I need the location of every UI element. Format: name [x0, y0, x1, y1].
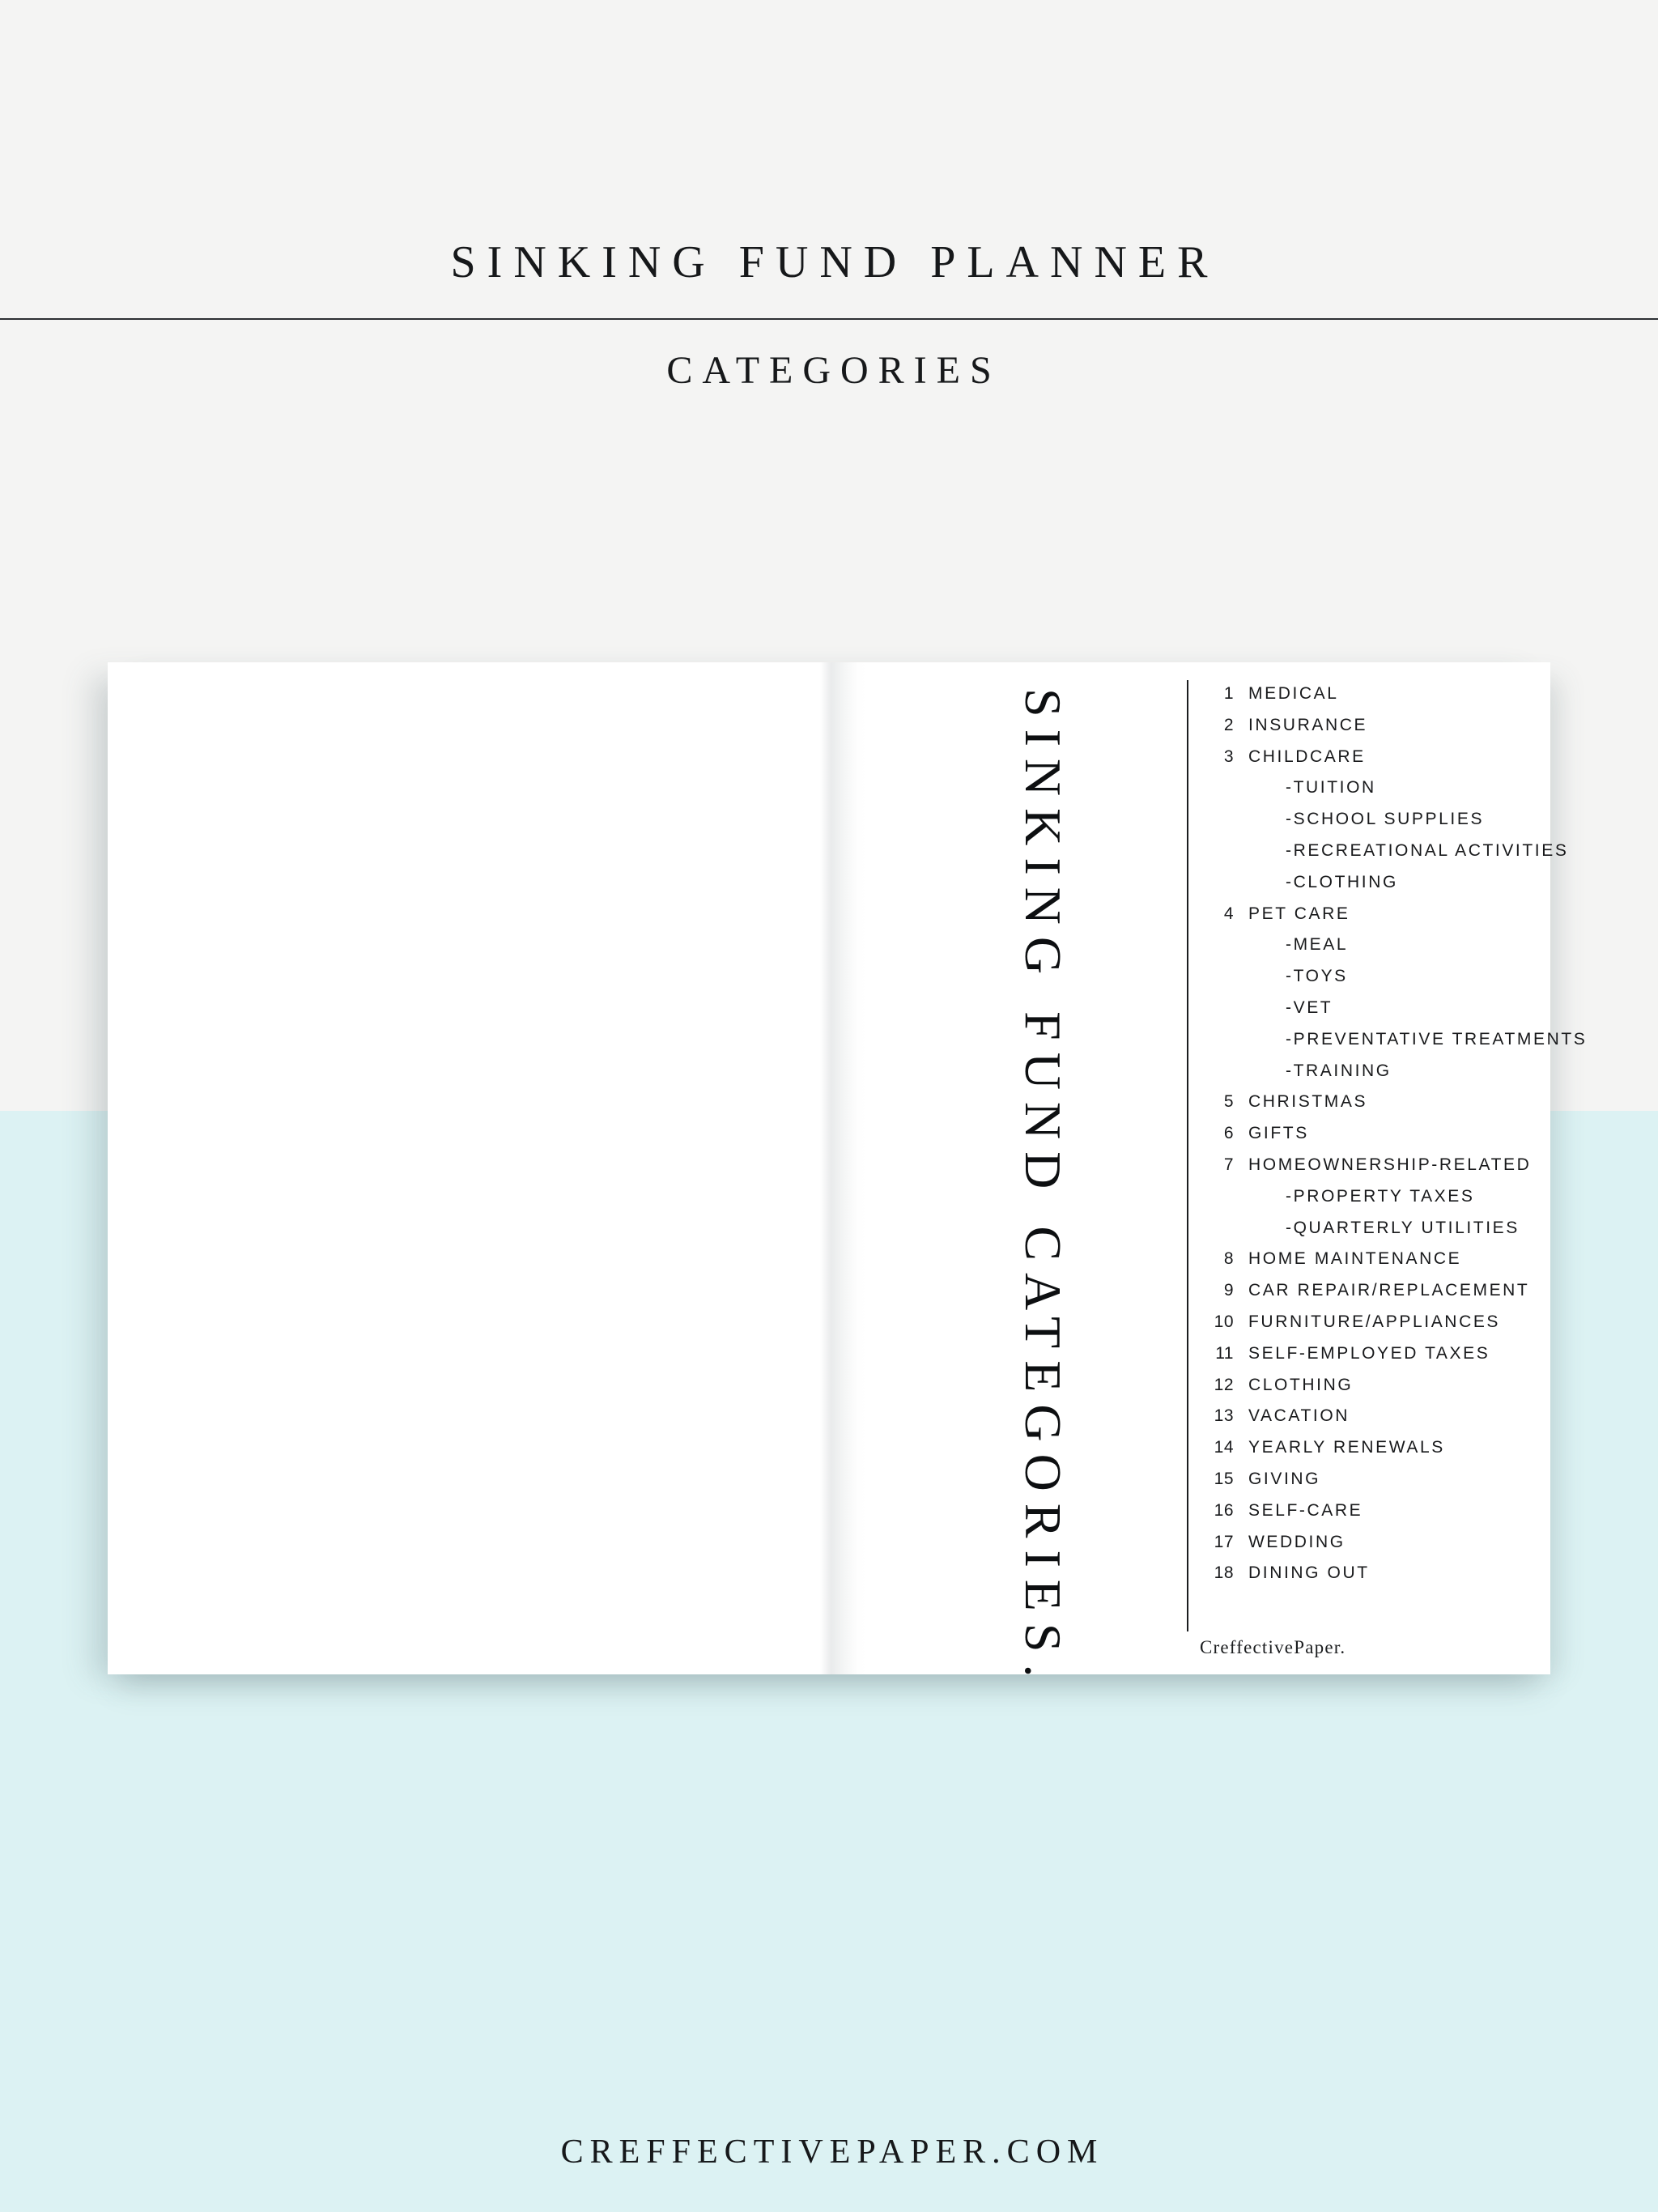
page-gutter: [820, 662, 870, 1674]
category-label: -CLOTHING: [1286, 872, 1398, 891]
category-item: 4 PET CARE: [1200, 905, 1621, 937]
category-item: 5 CHRISTMAS: [1200, 1093, 1621, 1125]
category-label: CLOTHING: [1248, 1375, 1354, 1394]
category-subitem: -VET: [1200, 999, 1621, 1031]
category-item: 1 MEDICAL: [1200, 685, 1621, 717]
category-label: GIVING: [1248, 1469, 1321, 1488]
category-label: DINING OUT: [1248, 1563, 1370, 1583]
category-subitem: -MEAL: [1200, 936, 1621, 968]
category-subitem: -SCHOOL SUPPLIES: [1200, 810, 1621, 842]
vertical-section-title: SINKING FUND CATEGORIES.: [1014, 688, 1072, 1690]
category-number: 2: [1223, 715, 1234, 734]
category-item: 18 DINING OUT: [1200, 1564, 1621, 1596]
page-subtitle: CATEGORIES: [666, 349, 1001, 392]
brand-mark: CreffectivePaper.: [1200, 1637, 1346, 1657]
category-label: WEDDING: [1248, 1532, 1346, 1551]
category-number: 10: [1214, 1312, 1234, 1331]
category-list: 1 MEDICAL 2 INSURANCE 3 CHILDCARE -TUITION -SCH…: [1200, 685, 1621, 1596]
category-subitem: -RECREATIONAL ACTIVITIES: [1200, 842, 1621, 874]
category-label: SELF-CARE: [1248, 1500, 1363, 1520]
category-subitem: -TOYS: [1200, 968, 1621, 999]
category-item: 3 CHILDCARE: [1200, 748, 1621, 780]
category-label: HOMEOWNERSHIP-RELATED: [1248, 1155, 1532, 1174]
category-number: 17: [1214, 1532, 1234, 1551]
category-label: -TUITION: [1286, 778, 1376, 798]
category-label: -TOYS: [1286, 967, 1348, 986]
category-label: YEARLY RENEWALS: [1248, 1438, 1445, 1457]
category-label: -TRAINING: [1286, 1061, 1392, 1080]
footer-website-url: CREFFECTIVEPAPER.COM: [560, 2133, 1104, 2171]
category-item: 2 INSURANCE: [1200, 717, 1621, 748]
category-item: 14 YEARLY RENEWALS: [1200, 1439, 1621, 1470]
category-subitem: -PROPERTY TAXES: [1200, 1188, 1621, 1219]
category-label: -MEAL: [1286, 935, 1349, 955]
category-item: 8 HOME MAINTENANCE: [1200, 1250, 1621, 1282]
category-subitem: -QUARTERLY UTILITIES: [1200, 1219, 1621, 1251]
category-item: 9 CAR REPAIR/REPLACEMENT: [1200, 1282, 1621, 1313]
category-label: MEDICAL: [1248, 684, 1339, 703]
category-number: 5: [1223, 1092, 1234, 1112]
left-page: [108, 662, 828, 1674]
header-divider: [0, 318, 1658, 320]
category-number: 7: [1223, 1155, 1234, 1174]
category-label: -RECREATIONAL ACTIVITIES: [1286, 840, 1569, 860]
category-number: 4: [1223, 904, 1234, 923]
category-number: 8: [1223, 1249, 1234, 1269]
category-number: 1: [1223, 684, 1234, 703]
category-item: 7 HOMEOWNERSHIP-RELATED: [1200, 1156, 1621, 1188]
category-subitem: -CLOTHING: [1200, 874, 1621, 905]
category-label: FURNITURE/APPLIANCES: [1248, 1312, 1501, 1331]
category-label: -PROPERTY TAXES: [1286, 1186, 1475, 1206]
category-subitem: -TUITION: [1200, 779, 1621, 810]
category-subitem: -PREVENTATIVE TREATMENTS: [1200, 1031, 1621, 1062]
category-number: 12: [1214, 1375, 1234, 1394]
category-number: 14: [1214, 1438, 1234, 1457]
category-item: 11 SELF-EMPLOYED TAXES: [1200, 1345, 1621, 1376]
category-item: 6 GIFTS: [1200, 1125, 1621, 1156]
category-number: 9: [1223, 1281, 1234, 1300]
category-label: GIFTS: [1248, 1124, 1309, 1143]
category-label: -VET: [1286, 998, 1333, 1017]
category-label: CHILDCARE: [1248, 747, 1366, 766]
category-label: CAR REPAIR/REPLACEMENT: [1248, 1281, 1530, 1300]
category-number: 15: [1214, 1469, 1234, 1488]
category-label: HOME MAINTENANCE: [1248, 1249, 1462, 1269]
category-subitem: -TRAINING: [1200, 1062, 1621, 1094]
category-number: 13: [1214, 1406, 1234, 1426]
category-number: 3: [1223, 747, 1234, 766]
category-label: -SCHOOL SUPPLIES: [1286, 810, 1485, 829]
category-item: 10 FURNITURE/APPLIANCES: [1200, 1313, 1621, 1345]
category-number: 16: [1214, 1500, 1234, 1520]
page-title: SINKING FUND PLANNER: [450, 237, 1219, 287]
category-item: 16 SELF-CARE: [1200, 1502, 1621, 1534]
category-label: SELF-EMPLOYED TAXES: [1248, 1343, 1490, 1363]
category-label: -QUARTERLY UTILITIES: [1286, 1218, 1520, 1237]
category-item: 15 GIVING: [1200, 1470, 1621, 1502]
category-number: 6: [1223, 1124, 1234, 1143]
category-label: VACATION: [1248, 1406, 1350, 1426]
category-number: 18: [1214, 1563, 1234, 1583]
category-label: CHRISTMAS: [1248, 1092, 1368, 1112]
category-number: 11: [1215, 1343, 1234, 1363]
category-item: 12 CLOTHING: [1200, 1376, 1621, 1408]
list-vertical-divider: [1187, 680, 1188, 1631]
category-label: INSURANCE: [1248, 715, 1368, 734]
category-item: 13 VACATION: [1200, 1407, 1621, 1439]
category-label: -PREVENTATIVE TREATMENTS: [1286, 1029, 1588, 1049]
category-label: PET CARE: [1248, 904, 1350, 923]
category-item: 17 WEDDING: [1200, 1534, 1621, 1565]
